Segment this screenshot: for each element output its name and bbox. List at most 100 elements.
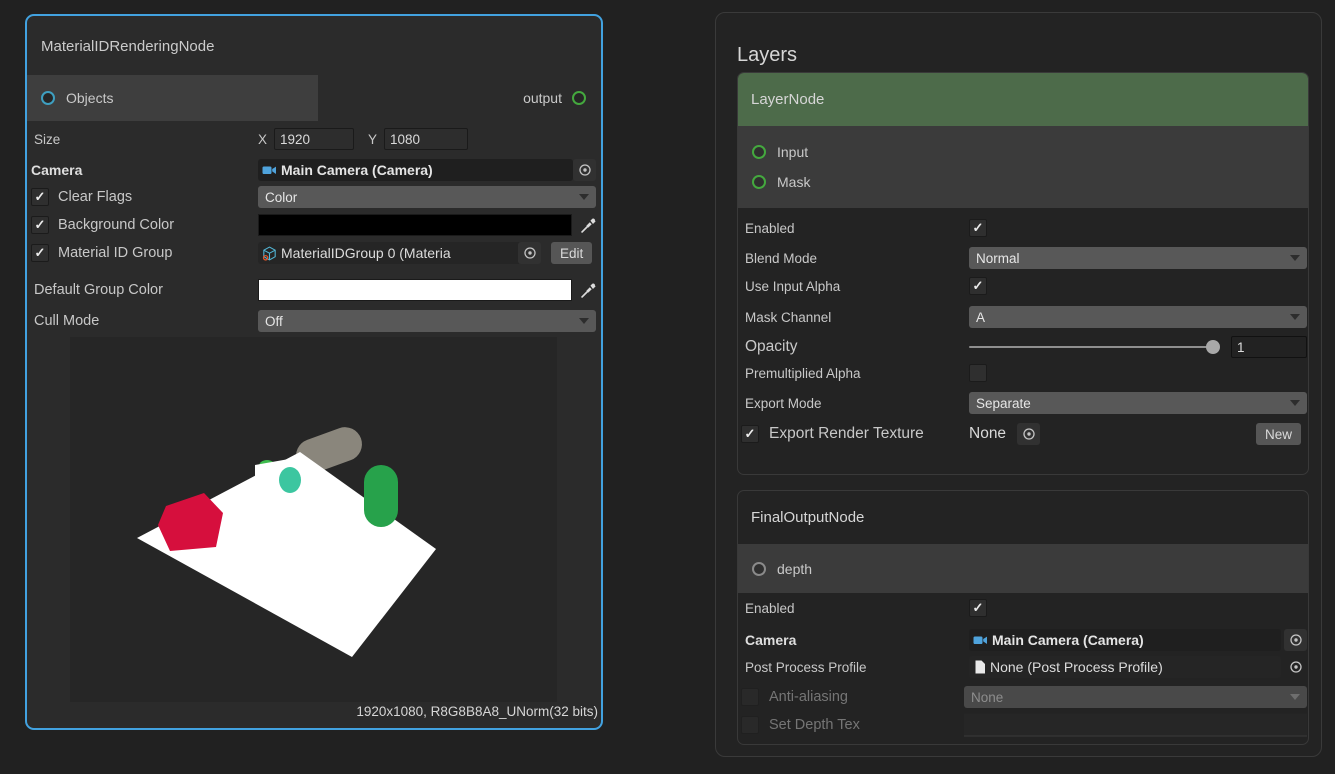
- cull-mode-dropdown[interactable]: Off: [258, 310, 596, 332]
- depth-port-label: depth: [777, 561, 812, 577]
- material-id-group-object-field[interactable]: MaterialIDGroup 0 (Materia: [258, 242, 524, 264]
- export-render-texture-row: Export Render Texture None New: [738, 420, 1308, 448]
- size-x-input[interactable]: 1920: [274, 128, 354, 150]
- objects-input-port[interactable]: Objects: [27, 75, 318, 121]
- anti-aliasing-checkbox[interactable]: [741, 688, 759, 706]
- cull-mode-label: Cull Mode: [27, 313, 99, 329]
- default-group-color-swatch[interactable]: [258, 279, 572, 301]
- export-mode-dropdown[interactable]: Separate: [969, 392, 1307, 414]
- mask-port-icon[interactable]: [752, 175, 766, 189]
- anti-aliasing-row: Anti-aliasing None: [738, 683, 1308, 711]
- background-color-checkbox[interactable]: [31, 216, 49, 234]
- final-camera-pick-button[interactable]: [1284, 629, 1307, 651]
- final-output-node-ports: depth: [738, 544, 1308, 593]
- input-port-icon[interactable]: [752, 145, 766, 159]
- blend-mode-field: Normal: [969, 247, 1307, 269]
- camera-pick-button[interactable]: [573, 159, 596, 181]
- opacity-slider-handle[interactable]: [1206, 340, 1220, 354]
- default-group-color-label: Default Group Color: [27, 282, 163, 298]
- input-port[interactable]: Input: [738, 144, 1308, 160]
- output-port-icon[interactable]: [572, 91, 586, 105]
- mask-port[interactable]: Mask: [738, 174, 1308, 190]
- document-icon: [973, 660, 986, 674]
- final-enabled-checkbox[interactable]: [969, 599, 987, 617]
- export-mode-field: Separate: [969, 392, 1307, 414]
- material-id-group-field: MaterialIDGroup 0 (Materia Edit: [258, 242, 596, 264]
- green-capsule-shape: [364, 465, 398, 527]
- final-output-node-header[interactable]: FinalOutputNode: [738, 491, 1308, 544]
- anti-aliasing-field: None: [964, 686, 1307, 708]
- use-input-alpha-checkbox[interactable]: [969, 277, 987, 295]
- depth-port-icon[interactable]: [752, 562, 766, 576]
- opacity-slider[interactable]: [969, 339, 1222, 355]
- premultiplied-alpha-row: Premultiplied Alpha: [738, 359, 1308, 387]
- background-color-swatch[interactable]: [258, 214, 572, 236]
- size-fields: X 1920 Y 1080: [258, 128, 596, 150]
- set-depth-tex-empty-field: [964, 714, 1307, 737]
- output-port-label: output: [523, 90, 562, 106]
- cull-mode-row: Cull Mode Off: [27, 307, 599, 335]
- objects-port-label: Objects: [66, 90, 113, 106]
- set-depth-tex-checkbox[interactable]: [741, 716, 759, 734]
- mask-channel-field: A: [969, 306, 1307, 328]
- enabled-checkbox[interactable]: [969, 219, 987, 237]
- final-enabled-label: Enabled: [738, 601, 795, 616]
- material-id-group-pick-button[interactable]: [518, 242, 541, 264]
- object-picker-icon: [578, 163, 592, 177]
- export-render-texture-checkbox[interactable]: [741, 425, 759, 443]
- post-process-profile-object-field[interactable]: None (Post Process Profile): [969, 656, 1281, 678]
- eyedropper-icon[interactable]: [580, 283, 596, 298]
- camera-icon: [973, 634, 988, 646]
- eyedropper-icon[interactable]: [580, 218, 596, 233]
- material-id-rendering-node[interactable]: MaterialIDRenderingNode Objects output S…: [25, 14, 603, 730]
- preview-caption: 1920x1080, R8G8B8A8_UNorm(32 bits): [356, 704, 598, 719]
- camera-object-field[interactable]: Main Camera (Camera): [258, 159, 573, 181]
- scriptable-object-icon: [262, 246, 277, 261]
- clear-flags-checkbox[interactable]: [31, 188, 49, 206]
- size-y-input[interactable]: 1080: [384, 128, 468, 150]
- premultiplied-alpha-checkbox[interactable]: [969, 364, 987, 382]
- set-depth-tex-label: Set Depth Tex: [759, 717, 860, 733]
- export-mode-row: Export Mode Separate: [738, 389, 1308, 417]
- default-group-color-field: [258, 279, 596, 301]
- objects-port-icon[interactable]: [41, 91, 55, 105]
- render-preview: [70, 337, 557, 702]
- cull-mode-field: Off: [258, 310, 596, 332]
- new-button[interactable]: New: [1256, 423, 1301, 445]
- enabled-field: [969, 219, 1307, 237]
- use-input-alpha-field: [969, 277, 1307, 295]
- export-render-texture-value: None: [969, 425, 1006, 443]
- blend-mode-row: Blend Mode Normal: [738, 244, 1308, 272]
- camera-row: Camera Main Camera (Camera): [27, 156, 599, 184]
- final-camera-object-field[interactable]: Main Camera (Camera): [969, 629, 1281, 651]
- export-render-texture-pick-button[interactable]: [1017, 423, 1040, 445]
- final-enabled-field: [969, 599, 1307, 617]
- premultiplied-alpha-label: Premultiplied Alpha: [738, 366, 861, 381]
- post-process-profile-pick-button[interactable]: [1284, 656, 1307, 678]
- clear-flags-dropdown[interactable]: Color: [258, 186, 596, 208]
- opacity-value-input[interactable]: 1: [1231, 336, 1307, 358]
- layer-node-ports: Input Mask: [738, 126, 1308, 208]
- blend-mode-dropdown[interactable]: Normal: [969, 247, 1307, 269]
- background-color-label: Background Color: [58, 217, 174, 233]
- clear-flags-label: Clear Flags: [58, 189, 132, 205]
- edit-button[interactable]: Edit: [551, 242, 592, 264]
- premultiplied-alpha-field: [969, 364, 1307, 382]
- mask-channel-dropdown[interactable]: A: [969, 306, 1307, 328]
- material-id-group-checkbox[interactable]: [31, 244, 49, 262]
- output-port[interactable]: output: [316, 75, 601, 121]
- anti-aliasing-dropdown: None: [964, 686, 1307, 708]
- depth-port[interactable]: depth: [738, 561, 1308, 577]
- size-row: Size X 1920 Y 1080: [27, 125, 599, 153]
- opacity-slider-track[interactable]: [969, 346, 1214, 348]
- object-picker-icon: [1289, 660, 1303, 674]
- opacity-row: Opacity 1: [738, 333, 1308, 361]
- render-preview-image: [70, 337, 557, 702]
- use-input-alpha-row: Use Input Alpha: [738, 272, 1308, 300]
- enabled-row: Enabled: [738, 214, 1308, 242]
- mask-channel-label: Mask Channel: [738, 310, 831, 325]
- export-render-texture-label: Export Render Texture: [759, 425, 924, 443]
- final-camera-label: Camera: [738, 632, 796, 648]
- enabled-label: Enabled: [738, 221, 795, 236]
- layer-node-header[interactable]: LayerNode: [738, 73, 1308, 126]
